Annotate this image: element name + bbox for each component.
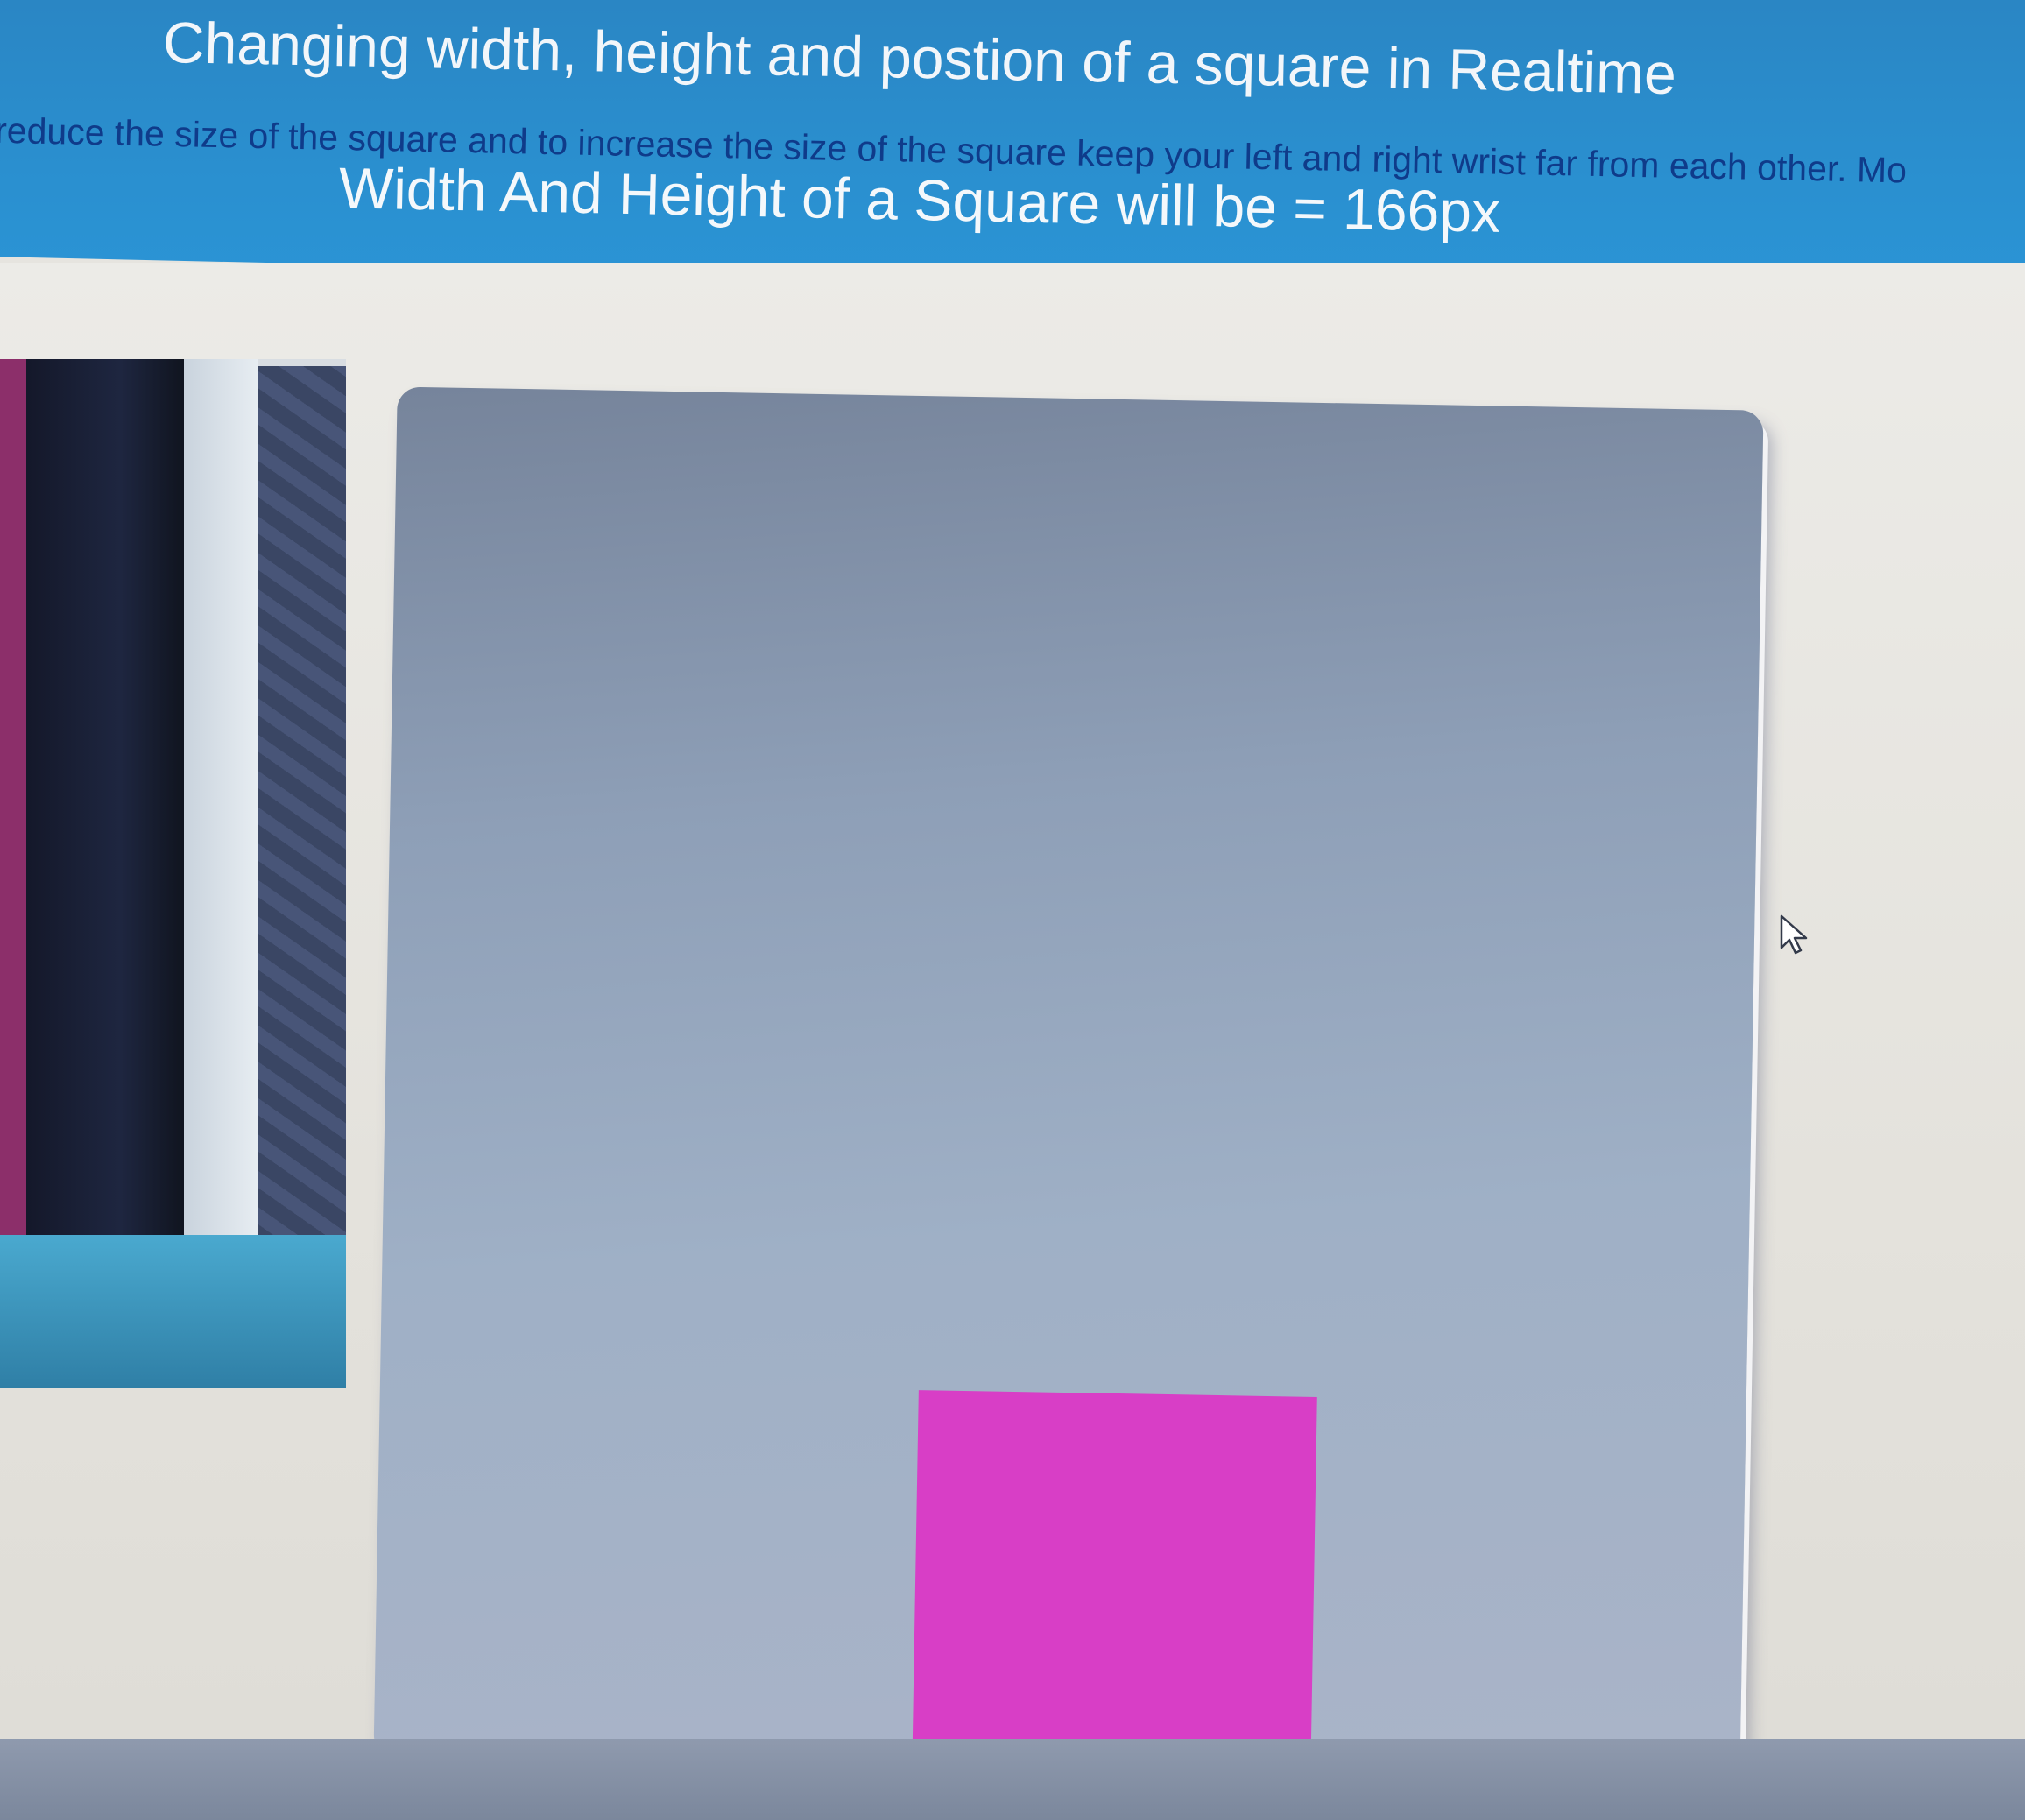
square-canvas xyxy=(373,386,1764,1781)
mouse-pointer-icon xyxy=(1780,914,1808,955)
page-title: Changing width, height and postion of a … xyxy=(162,9,1677,107)
square-size-value: 166px xyxy=(1342,176,1501,244)
webcam-feed xyxy=(0,359,346,1388)
page-header: Changing width, height and postion of a … xyxy=(0,0,2025,302)
magenta-square xyxy=(912,1390,1317,1774)
bottom-bar xyxy=(0,1739,2025,1820)
